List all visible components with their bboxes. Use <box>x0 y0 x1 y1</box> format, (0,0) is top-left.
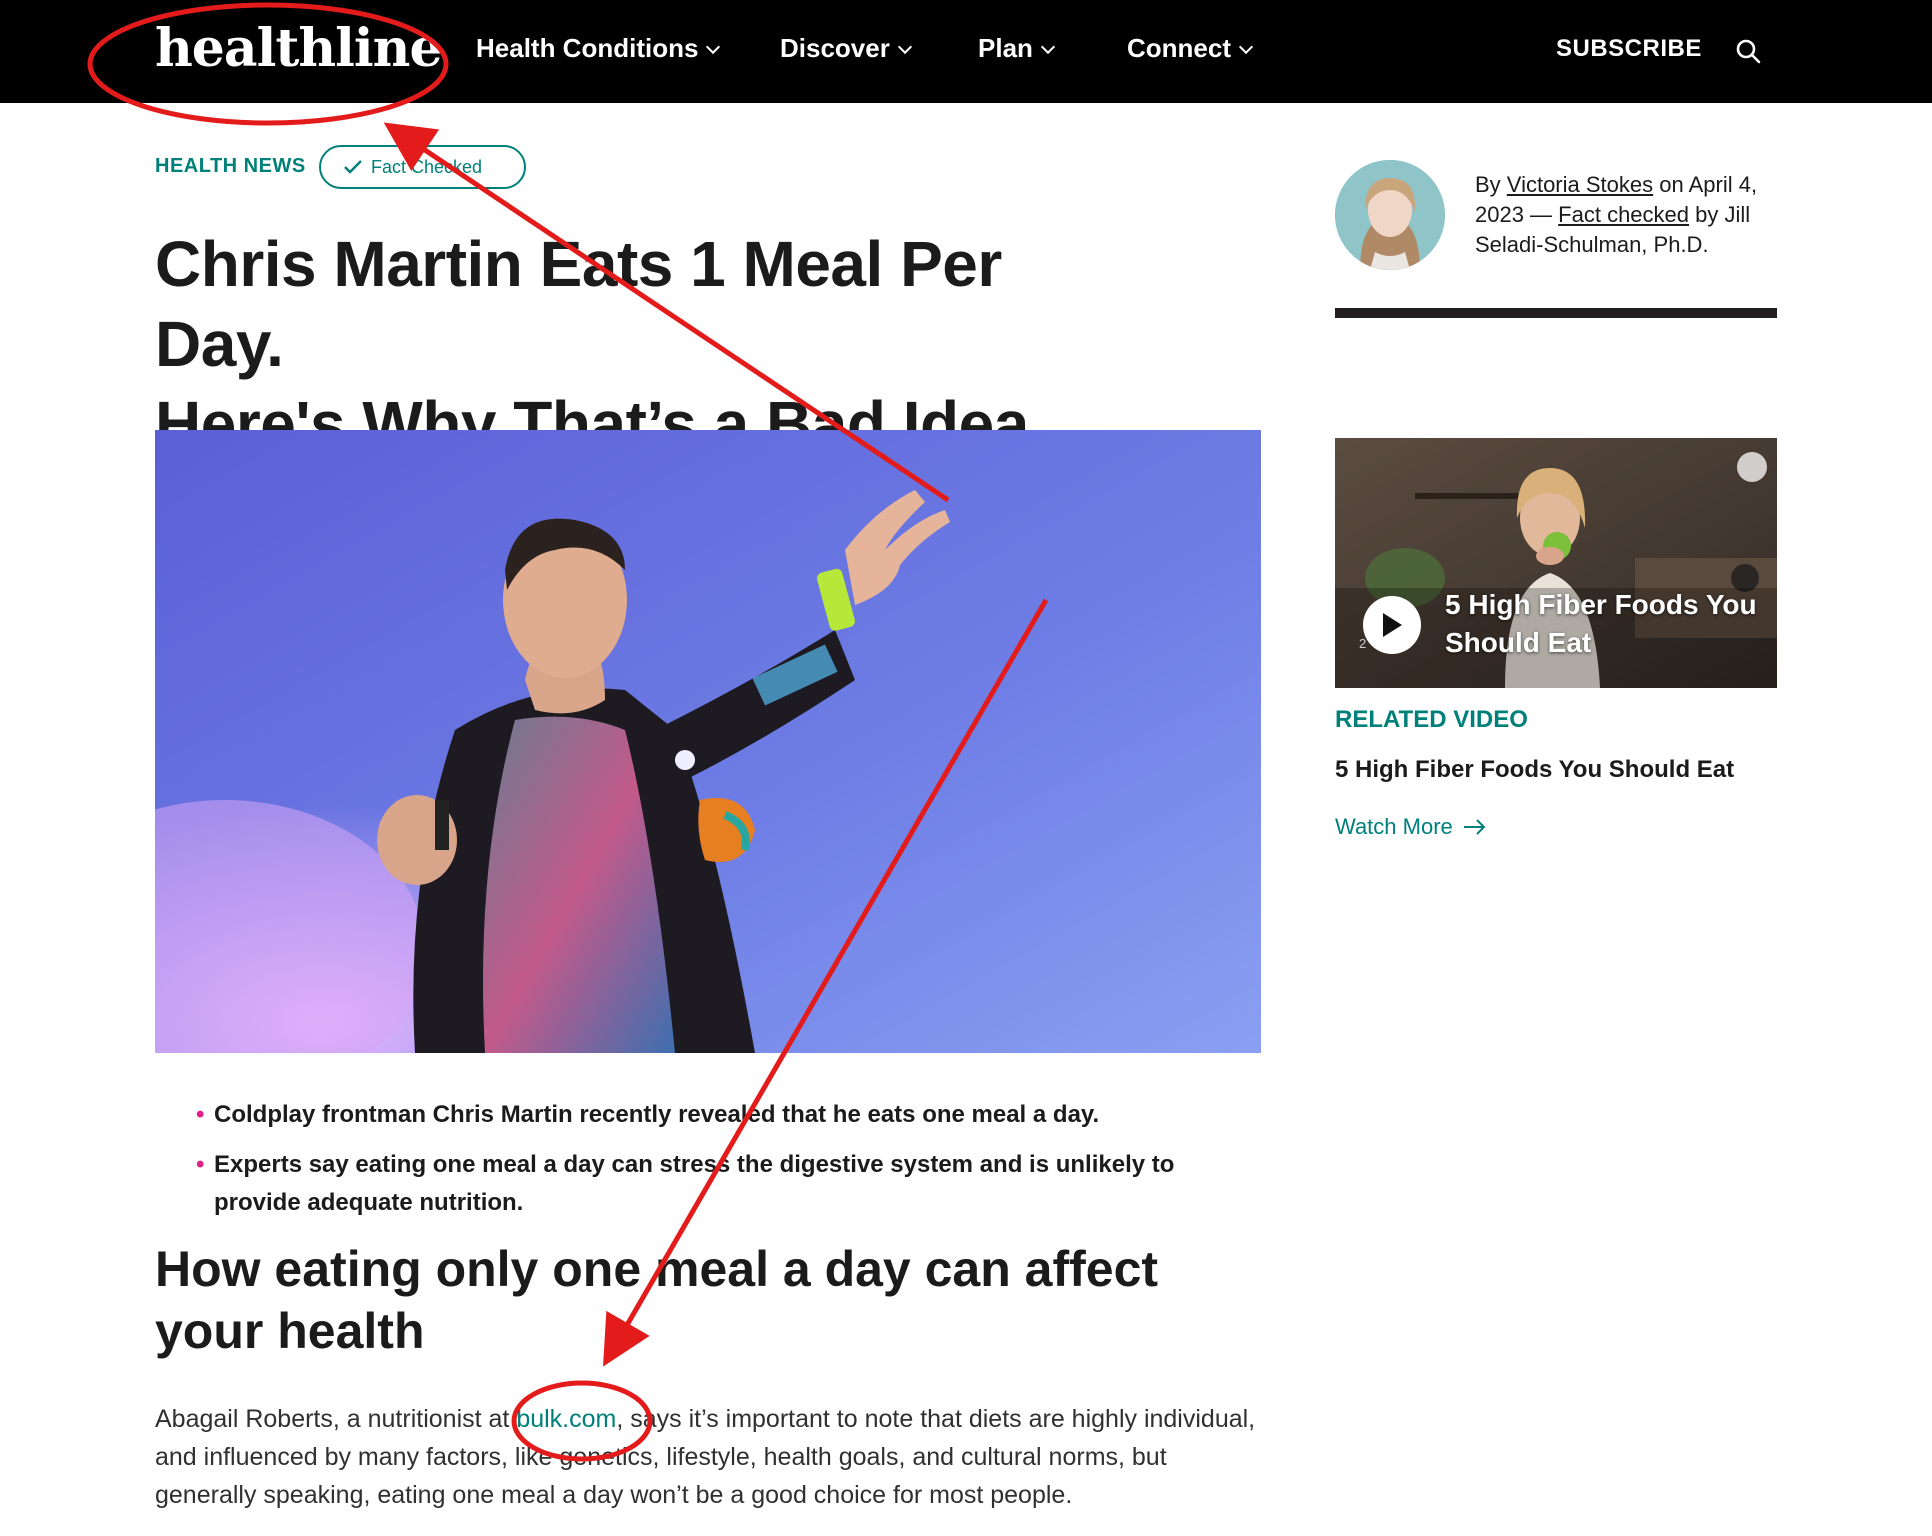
author-link[interactable]: Victoria Stokes <box>1507 172 1653 197</box>
nav-connect[interactable]: Connect <box>1127 33 1254 64</box>
top-navigation: healthline Health Conditions Discover Pl… <box>0 0 1932 103</box>
author-byline: By Victoria Stokes on April 4, 2023 — Fa… <box>1475 170 1785 260</box>
nav-health-conditions[interactable]: Health Conditions <box>476 33 721 64</box>
hero-photo <box>155 430 1261 1053</box>
related-video-title[interactable]: 5 High Fiber Foods You Should Eat <box>1335 756 1734 784</box>
list-item: Coldplay frontman Chris Martin recently … <box>196 1096 1266 1134</box>
video-thumbnail[interactable]: 2 5 High Fiber Foods You Should Eat <box>1335 438 1777 688</box>
paragraph-text-start: Abagail Roberts, a nutritionist at <box>155 1405 517 1433</box>
checkmark-icon <box>344 160 362 174</box>
nav-discover[interactable]: Discover <box>780 33 912 64</box>
nav-item-label: Connect <box>1127 33 1231 63</box>
watch-more-link[interactable]: Watch More <box>1335 814 1487 840</box>
chevron-down-icon <box>706 39 721 55</box>
section-heading: How eating only one meal a day can affec… <box>155 1241 1159 1359</box>
play-icon <box>1383 613 1402 637</box>
fact-checked-label: Fact Checked <box>371 156 483 177</box>
chevron-down-icon <box>1040 39 1055 55</box>
chevron-down-icon <box>1238 39 1254 55</box>
search-icon[interactable] <box>1735 38 1761 64</box>
play-button[interactable] <box>1363 596 1421 654</box>
video-overlay-title: 5 High Fiber Foods You Should Eat <box>1445 589 1757 658</box>
arrow-right-icon <box>1463 819 1486 835</box>
key-takeaways-list: Coldplay frontman Chris Martin recently … <box>196 1096 1266 1234</box>
subscribe-button[interactable]: SUBSCRIBE <box>1556 35 1702 63</box>
related-video-label: RELATED VIDEO <box>1335 706 1528 733</box>
video-caption-fragment: 2 <box>1359 636 1367 651</box>
nav-item-label: Discover <box>780 33 890 63</box>
chevron-down-icon <box>897 39 912 55</box>
headline-line-1: Chris Martin Eats 1 Meal Per Day. <box>155 228 1002 380</box>
nav-plan[interactable]: Plan <box>978 33 1055 64</box>
body-paragraph: Abagail Roberts, a nutritionist at bulk.… <box>155 1400 1275 1514</box>
bulk-com-link[interactable]: bulk.com <box>516 1405 616 1433</box>
byline-by: By <box>1475 172 1507 197</box>
sidebar-divider <box>1335 308 1777 318</box>
author-photo <box>1335 160 1445 270</box>
fact-checked-badge[interactable]: Fact Checked <box>319 145 526 189</box>
fact-checked-link[interactable]: Fact checked <box>1558 202 1689 227</box>
healthline-logo[interactable]: healthline <box>155 18 443 79</box>
list-item: Experts say eating one meal a day can st… <box>196 1146 1266 1222</box>
nav-item-label: Health Conditions <box>476 33 699 63</box>
nav-item-label: Plan <box>978 33 1033 63</box>
watch-more-label: Watch More <box>1335 814 1453 839</box>
hero-image[interactable] <box>155 430 1261 1053</box>
video-badge-icon <box>1737 452 1767 482</box>
category-kicker[interactable]: HEALTH NEWS <box>155 155 306 178</box>
article-headline: Chris Martin Eats 1 Meal Per Day. Here's… <box>155 224 1135 464</box>
author-avatar[interactable] <box>1335 160 1445 270</box>
